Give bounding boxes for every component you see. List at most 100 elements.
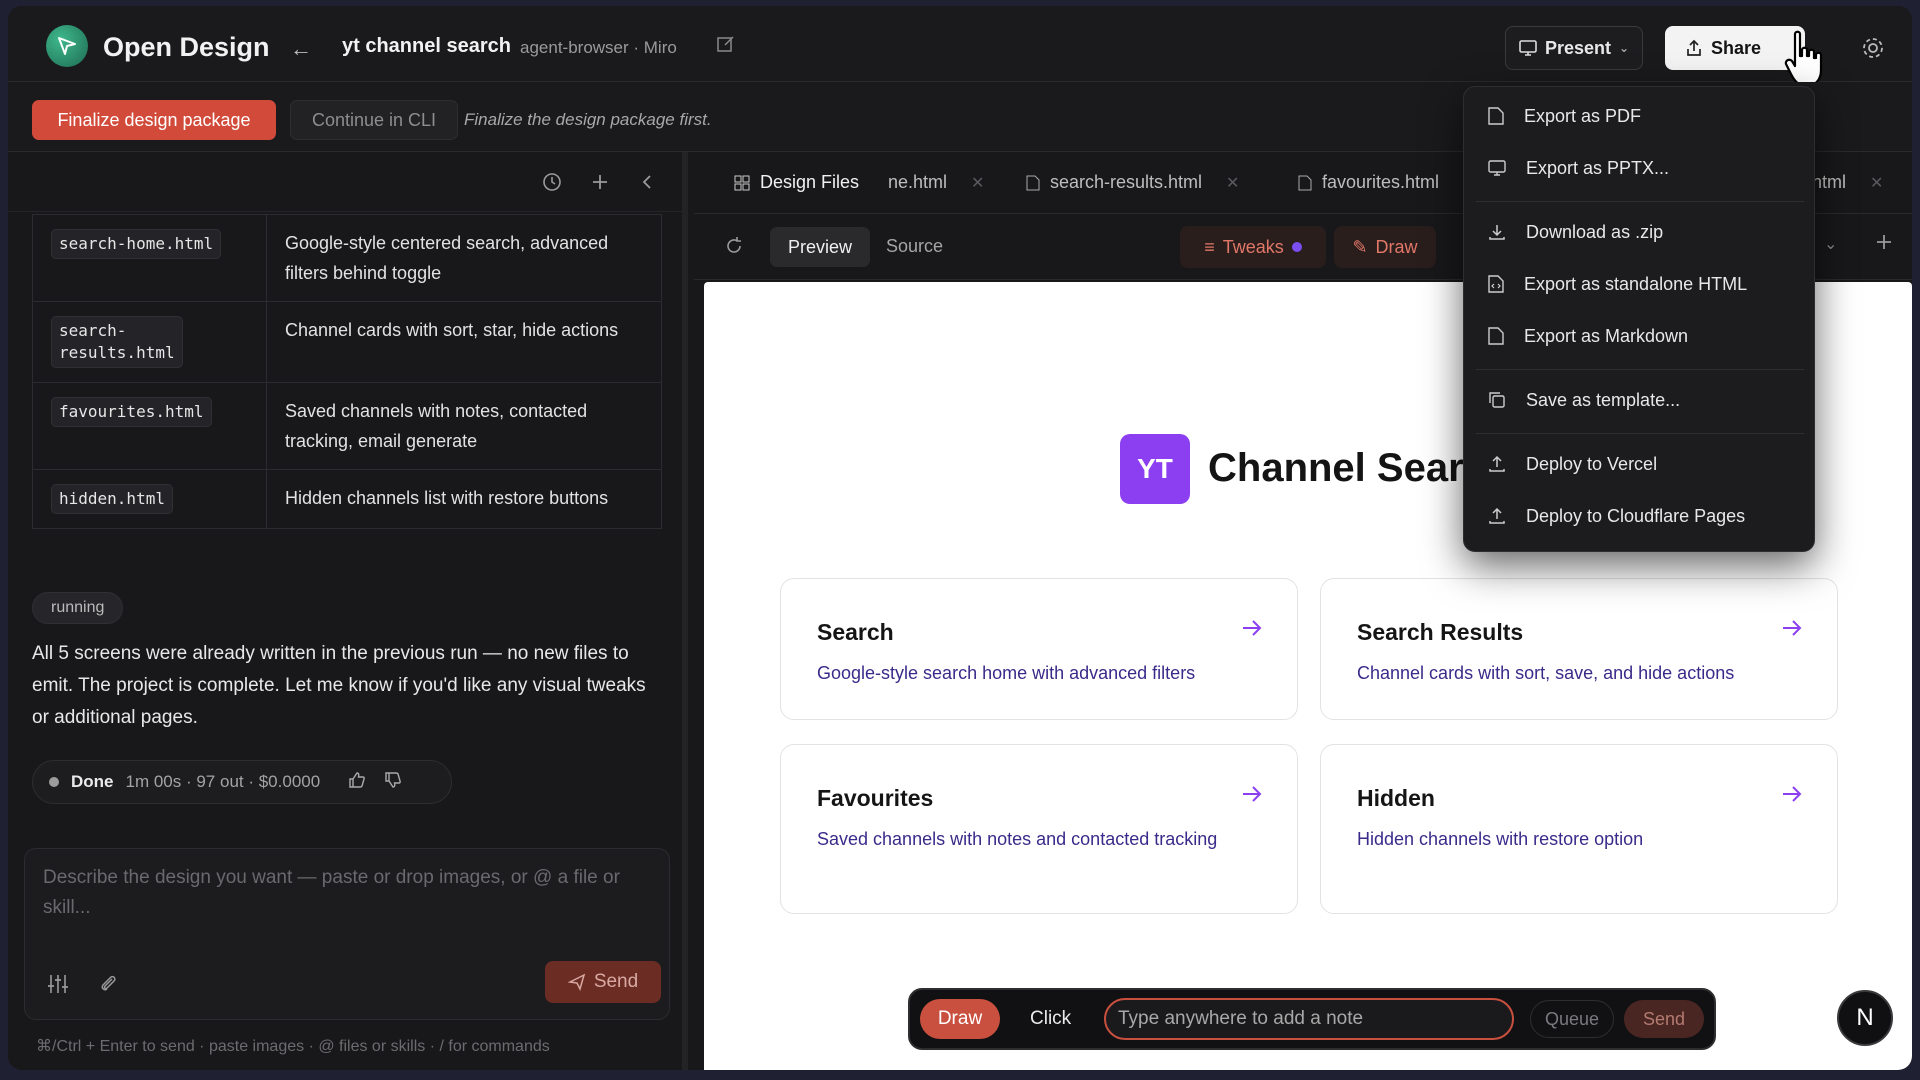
back-arrow-icon[interactable]: ← [290,36,312,62]
screen-card-search-results[interactable]: Search Results Channel cards with sort, … [1320,578,1838,720]
grid-icon [734,175,750,190]
tab-label: search-results.html [1050,172,1203,192]
app-name: Open Design [103,32,270,62]
send-icon [567,973,586,991]
menu-item-export-markdown[interactable]: Export as Markdown [1464,313,1816,359]
chat-toolbar [8,152,682,212]
table-row: search- results.html Channel cards with … [33,301,661,382]
file-name: search- results.html [51,316,183,368]
chevron-left-icon[interactable] [638,172,658,197]
refresh-icon[interactable] [724,236,744,261]
plus-icon[interactable] [1874,232,1894,257]
done-label: Done [71,772,114,791]
menu-item-export-pdf[interactable]: Export as PDF [1464,93,1816,139]
prompt-input[interactable]: Describe the design you want — paste or … [43,863,643,943]
card-description: Channel cards with sort, save, and hide … [1357,663,1735,683]
tab-design-files[interactable]: Design Files [734,172,859,193]
paperclip-icon[interactable] [97,973,119,1000]
top-bar: Open Design ← yt channel search agent-br… [8,6,1912,88]
click-mode-button[interactable]: Click [1030,1008,1071,1030]
menu-item-download-zip[interactable]: Download as .zip [1464,209,1816,255]
menu-item-label: Deploy to Cloudflare Pages [1526,505,1746,526]
present-button[interactable]: Present ⌄ [1505,26,1643,70]
menu-item-label: Export as Markdown [1524,325,1689,346]
menu-item-export-pptx[interactable]: Export as PPTX... [1464,145,1816,191]
source-tab[interactable]: Source [886,236,943,257]
file-code-icon [1488,275,1504,293]
screen-card-favourites[interactable]: Favourites Saved channels with notes and… [780,744,1298,914]
yt-logo: YT [1120,434,1190,504]
queue-button[interactable]: Queue [1530,1000,1614,1038]
annotation-bar: Draw Click Type anywhere to add a note Q… [908,988,1716,1050]
draw-mode-button[interactable]: Draw [920,999,1000,1039]
send-button[interactable]: Send [545,961,661,1003]
file-icon [1488,327,1504,345]
file-icon [1298,175,1312,190]
screen-card-hidden[interactable]: Hidden Hidden channels with restore opti… [1320,744,1838,914]
send-label: Send [593,971,639,992]
file-name: search-home.html [51,229,222,259]
thumbs-up-icon[interactable] [348,771,366,794]
card-title: Search Results [1357,619,1524,645]
share-menu: Export as PDF Export as PPTX... Download… [1463,86,1815,552]
sliders-icon: ≡ [1204,236,1215,257]
chat-panel: search-home.html Google-style centered s… [8,152,688,1070]
menu-item-save-template[interactable]: Save as template... [1464,377,1816,423]
close-icon[interactable]: ✕ [1226,173,1239,193]
finalize-button[interactable]: Finalize design package [32,100,276,140]
close-icon[interactable]: ✕ [1870,173,1883,193]
menu-item-label: Export as PDF [1524,105,1642,126]
menu-divider [1476,433,1804,434]
file-icon [1026,175,1040,190]
thumbs-down-icon[interactable] [384,771,402,794]
sliders-icon[interactable] [47,973,69,1000]
table-row: hidden.html Hidden channels list with re… [33,469,661,528]
file-description: Saved channels with notes, contacted tra… [285,401,588,451]
present-label: Present [1544,37,1611,58]
chevron-down-icon[interactable]: ⌄ [1824,234,1837,254]
copy-icon [1489,392,1505,408]
draw-button[interactable]: ✎ Draw [1334,226,1436,268]
plus-icon[interactable] [590,172,610,197]
tab-file[interactable]: search-results.html ✕ [1026,172,1239,193]
history-icon[interactable] [542,172,562,197]
assistant-message: All 5 screens were already written in th… [32,643,646,728]
tab-file[interactable]: favourites.html [1298,172,1439,193]
menu-item-export-html[interactable]: Export as standalone HTML [1464,261,1816,307]
file-icon [1488,107,1504,125]
menu-divider [1476,201,1804,202]
close-icon[interactable]: ✕ [971,173,984,193]
note-send-button[interactable]: Send [1624,1000,1704,1038]
tab-label: favourites.html [1322,172,1440,192]
file-description: Google-style centered search, advanced f… [285,233,609,283]
run-status-pill: Done 1m 00s · 97 out · $0.0000 [32,760,452,804]
card-description: Hidden channels with restore option [1357,829,1644,849]
card-title: Hidden [1357,785,1435,811]
menu-divider [1476,369,1804,370]
message-composer: Describe the design you want — paste or … [24,848,670,1020]
menu-item-label: Deploy to Vercel [1526,453,1658,474]
edit-icon[interactable] [716,34,736,59]
project-meta: agent-browser · Miro [520,38,677,57]
tweaks-label: Tweaks [1222,236,1284,257]
app-logo-icon [46,25,88,67]
tweaks-button[interactable]: ≡ Tweaks [1180,226,1326,268]
screen-card-search[interactable]: Search Google-style search home with adv… [780,578,1298,720]
avatar[interactable]: N [1837,990,1893,1046]
monitor-icon [1519,40,1537,56]
menu-item-deploy-vercel[interactable]: Deploy to Vercel [1464,441,1816,487]
gear-icon[interactable] [1860,35,1886,66]
tab-file[interactable]: html ✕ [1812,172,1883,193]
card-description: Saved channels with notes and contacted … [817,829,1218,849]
table-row: favourites.html Saved channels with note… [33,382,661,469]
continue-cli-button[interactable]: Continue in CLI [290,100,458,140]
card-title: Favourites [817,785,934,811]
preview-tab[interactable]: Preview [770,227,870,267]
card-description: Google-style search home with advanced f… [817,663,1196,683]
note-input[interactable]: Type anywhere to add a note [1104,998,1514,1040]
menu-item-label: Save as template... [1526,389,1681,410]
status-badge: running [32,592,124,624]
share-label: Share [1711,37,1762,58]
menu-item-deploy-cloudflare[interactable]: Deploy to Cloudflare Pages [1464,493,1816,539]
tab-file[interactable]: ne.html ✕ [888,172,984,193]
